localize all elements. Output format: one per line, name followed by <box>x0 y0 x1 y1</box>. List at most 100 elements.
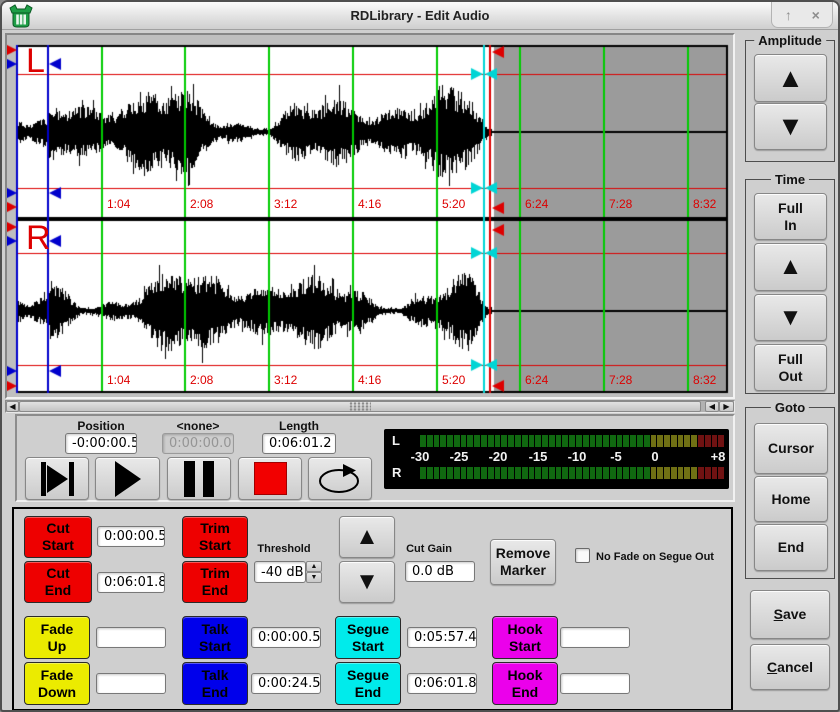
time-label: 7:28 <box>609 374 632 386</box>
meter-segment <box>440 435 446 447</box>
scrollbar-thumb[interactable] <box>19 401 701 412</box>
time-label: 2:08 <box>190 374 213 386</box>
talk-end-field[interactable] <box>251 673 321 694</box>
talk-start-field[interactable] <box>251 627 321 648</box>
segue-end-button[interactable]: Segue End <box>335 662 401 705</box>
meter-segment <box>461 467 467 479</box>
amplitude-up-button[interactable]: ▲ <box>754 54 827 102</box>
scroll-right-icon[interactable]: ▶ <box>719 401 734 412</box>
meter-segment <box>569 467 575 479</box>
meter-segment <box>501 435 507 447</box>
stop-button[interactable] <box>238 457 302 500</box>
meter-segment <box>678 435 684 447</box>
hook-start-field[interactable] <box>560 627 630 648</box>
edit-audio-dialog: RDLibrary - Edit Audio ↑ × L R 1:041:042… <box>0 0 840 712</box>
cut-start-button[interactable]: Cut Start <box>24 516 92 558</box>
fade-down-field[interactable] <box>96 673 166 694</box>
meter-segment <box>651 435 657 447</box>
meter-scale-label: -25 <box>450 449 469 464</box>
meter-segment <box>508 467 514 479</box>
meter-segment <box>501 467 507 479</box>
cut-end-button[interactable]: Cut End <box>24 561 92 603</box>
cut-gain-field[interactable] <box>405 561 475 582</box>
time-full-out-button[interactable]: Full Out <box>754 344 827 391</box>
scroll-left-icon[interactable]: ◀ <box>6 401 19 412</box>
trim-start-button[interactable]: Trim Start <box>182 516 248 558</box>
amplitude-down-button[interactable]: ▼ <box>754 103 827 150</box>
segue-start-field[interactable] <box>407 627 477 648</box>
time-label: 2:08 <box>190 198 213 210</box>
hook-start-button[interactable]: Hook Start <box>492 616 558 659</box>
time-zoom-out-button[interactable]: ▼ <box>754 294 827 341</box>
threshold-spin-down-icon[interactable]: ▼ <box>306 572 322 583</box>
shade-button[interactable]: ↑ <box>777 5 799 25</box>
hook-end-button[interactable]: Hook End <box>492 662 558 705</box>
time-label: 8:32 <box>693 198 716 210</box>
meter-right-segments <box>420 467 724 479</box>
remove-marker-button[interactable]: Remove Marker <box>490 539 556 585</box>
threshold-spinbox[interactable] <box>254 561 306 583</box>
hook-end-field[interactable] <box>560 673 630 694</box>
meter-segment <box>542 435 548 447</box>
goto-group-title: Goto <box>771 400 809 415</box>
cut-end-field[interactable] <box>97 572 165 593</box>
meter-segment <box>562 435 568 447</box>
meter-segment <box>603 467 609 479</box>
time-zoom-in-button[interactable]: ▲ <box>754 243 827 291</box>
meter-left-label: L <box>392 433 400 448</box>
meter-segment <box>684 435 690 447</box>
loop-icon <box>316 463 364 495</box>
meter-segment <box>529 435 535 447</box>
meter-left-segments <box>420 435 724 447</box>
bar-icon <box>69 462 74 496</box>
goto-end-button[interactable]: End <box>754 524 828 571</box>
play-from-start-button[interactable] <box>25 457 89 500</box>
meter-segment <box>576 435 582 447</box>
meter-segment <box>718 467 724 479</box>
up-arrow-icon: ▲ <box>777 65 804 92</box>
meter-segment <box>691 467 697 479</box>
loop-button[interactable] <box>308 457 372 500</box>
titlebar[interactable]: RDLibrary - Edit Audio ↑ × <box>2 2 838 30</box>
meter-segment <box>637 467 643 479</box>
waveform-display[interactable] <box>7 35 733 397</box>
no-fade-on-segue-out-checkbox[interactable] <box>575 548 590 563</box>
meter-segment <box>454 467 460 479</box>
meter-segment <box>481 435 487 447</box>
play-button[interactable] <box>95 457 160 500</box>
segue-start-button[interactable]: Segue Start <box>335 616 401 659</box>
close-button[interactable]: × <box>805 5 827 25</box>
length-label: Length <box>262 419 336 433</box>
cut-start-field[interactable] <box>97 526 165 547</box>
meter-segment <box>515 467 521 479</box>
scroll-left-icon-2[interactable]: ◀ <box>705 401 719 412</box>
trim-end-button[interactable]: Trim End <box>182 561 248 603</box>
goto-cursor-button[interactable]: Cursor <box>754 423 828 474</box>
meter-segment <box>671 467 677 479</box>
save-button[interactable]: Save <box>750 590 830 639</box>
meter-segment <box>447 435 453 447</box>
marker-readout-value <box>162 433 234 454</box>
fade-up-field[interactable] <box>96 627 166 648</box>
meter-segment <box>603 435 609 447</box>
gain-down-button[interactable]: ▼ <box>339 561 395 603</box>
meter-segment <box>691 435 697 447</box>
cancel-button[interactable]: Cancel <box>750 644 830 690</box>
meter-segment <box>712 435 718 447</box>
talk-end-button[interactable]: Talk End <box>182 662 248 705</box>
threshold-spin-up-icon[interactable]: ▲ <box>306 561 322 572</box>
time-full-in-button[interactable]: Full In <box>754 193 827 240</box>
talk-start-button[interactable]: Talk Start <box>182 616 248 659</box>
meter-segment <box>644 435 650 447</box>
meter-segment <box>529 467 535 479</box>
gain-up-button[interactable]: ▲ <box>339 516 395 558</box>
goto-home-button[interactable]: Home <box>754 476 828 522</box>
pause-button[interactable] <box>167 457 231 500</box>
meter-segment <box>651 467 657 479</box>
fade-down-button[interactable]: Fade Down <box>24 662 90 705</box>
meter-segment <box>718 435 724 447</box>
fade-up-button[interactable]: Fade Up <box>24 616 90 659</box>
waveform-scrollbar[interactable]: ◀ ◀ ▶ <box>5 400 735 413</box>
meter-segment <box>508 435 514 447</box>
segue-end-field[interactable] <box>407 673 477 694</box>
